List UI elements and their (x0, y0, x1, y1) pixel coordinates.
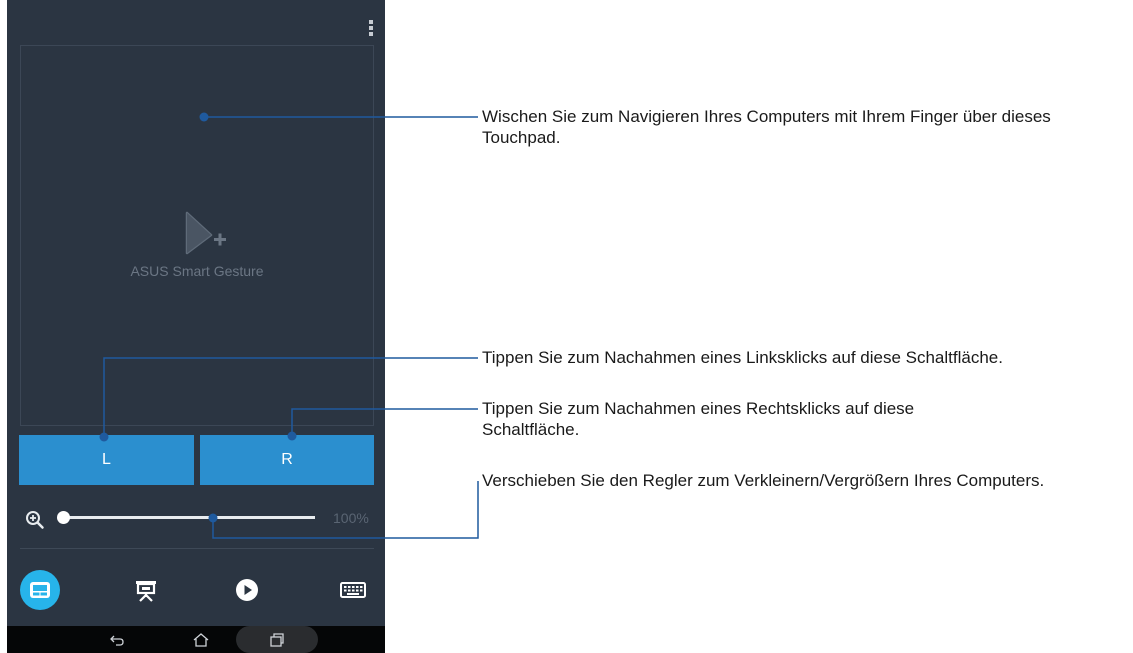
tab-touchpad[interactable] (20, 570, 60, 610)
app-logo-text: ASUS Smart Gesture (130, 263, 264, 279)
back-icon[interactable] (107, 630, 127, 650)
callout-zoom: Verschieben Sie den Regler zum Verkleine… (482, 471, 1045, 490)
callout-left-click: Tippen Sie zum Nachahmen eines Linksklic… (482, 348, 1003, 367)
tab-keyboard[interactable] (333, 570, 373, 610)
right-click-button[interactable]: R (200, 435, 374, 485)
touchpad-area[interactable]: ASUS Smart Gesture (20, 45, 374, 426)
home-icon[interactable] (191, 630, 211, 650)
system-navigation-bar (7, 626, 385, 653)
overflow-menu-icon[interactable] (369, 20, 373, 36)
zoom-in-icon (26, 511, 44, 529)
zoom-slider-track[interactable] (62, 516, 315, 519)
zoom-slider-thumb[interactable] (57, 511, 70, 524)
play-icon (236, 579, 258, 601)
left-click-button[interactable]: L (19, 435, 194, 485)
callout-right-click: Tippen Sie zum Nachahmen eines Rechtskli… (482, 399, 915, 439)
zoom-value: 100% (333, 510, 369, 526)
smart-gesture-logo-icon (185, 211, 226, 255)
touchpad-icon (30, 582, 50, 598)
callout-touchpad: Wischen Sie zum Navigieren Ihres Compute… (482, 107, 1051, 147)
presentation-icon (136, 581, 156, 602)
phone-screen: ASUS Smart Gesture L R 100% (7, 0, 385, 653)
keyboard-icon (340, 582, 366, 598)
divider (20, 548, 374, 549)
tab-media[interactable] (227, 570, 267, 610)
recent-apps-icon[interactable] (267, 630, 287, 650)
tab-presentation[interactable] (126, 570, 166, 610)
